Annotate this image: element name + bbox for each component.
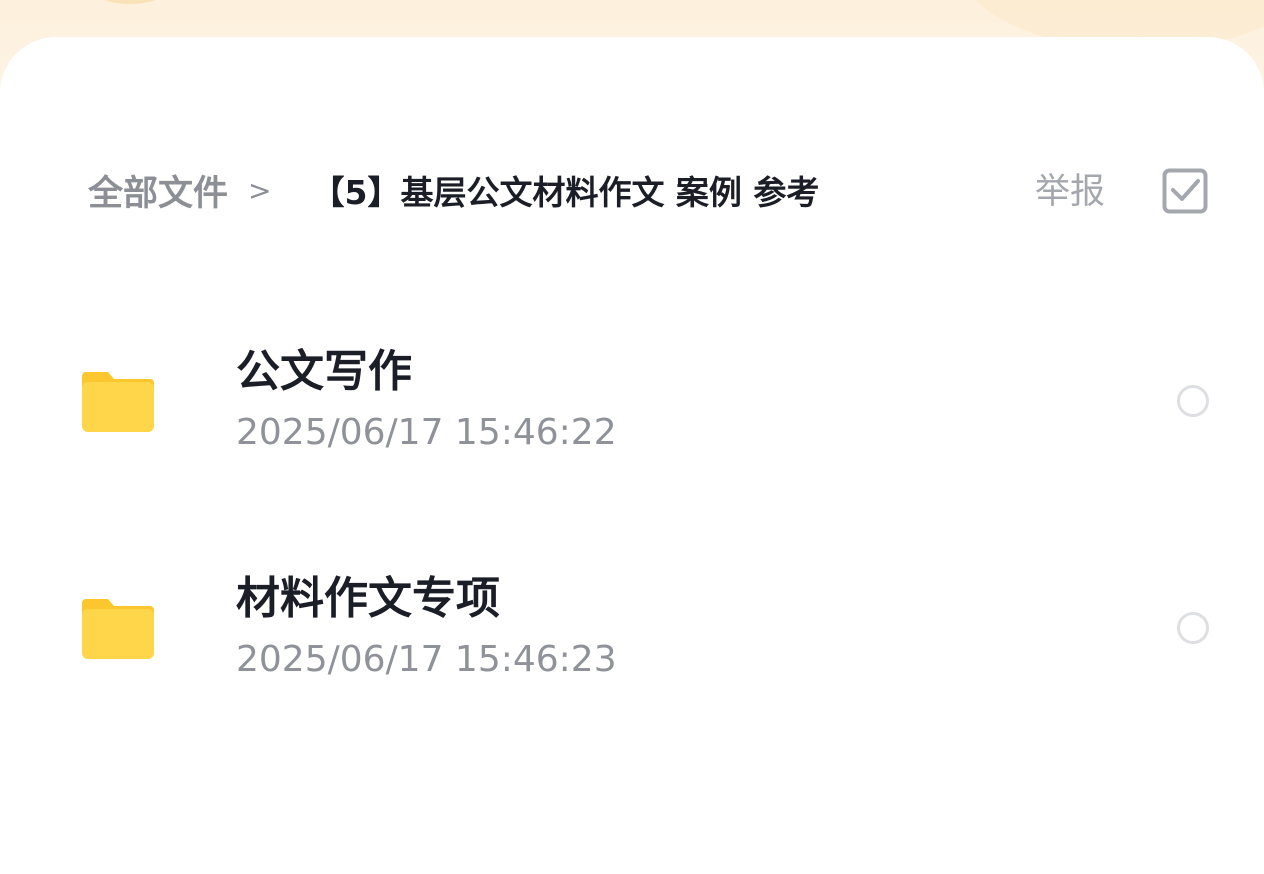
report-button[interactable]: 举报 <box>1035 168 1105 216</box>
breadcrumb-separator: > <box>248 173 272 207</box>
breadcrumb-root-link[interactable]: 全部文件 <box>88 165 228 216</box>
breadcrumb-current-folder: 【5】基层公文材料作文 案例 参考 <box>311 173 820 212</box>
file-row[interactable]: 材料作文专项 2025/06/17 15:46:23 <box>0 557 1264 697</box>
checkbox-icon[interactable] <box>1162 168 1208 214</box>
breadcrumb: 全部文件 > 【5】基层公文材料作文 案例 参考 <box>88 166 819 214</box>
decor-blob <box>90 0 170 4</box>
file-timestamp: 2025/06/17 15:46:23 <box>236 639 617 680</box>
file-row[interactable]: 公文写作 2025/06/17 15:46:22 <box>0 330 1264 470</box>
folder-icon <box>82 597 154 661</box>
select-radio[interactable] <box>1177 385 1209 417</box>
select-radio[interactable] <box>1177 612 1209 644</box>
file-name: 材料作文专项 <box>236 573 500 624</box>
folder-icon <box>82 370 154 434</box>
file-timestamp: 2025/06/17 15:46:22 <box>236 412 617 453</box>
file-name: 公文写作 <box>236 346 412 397</box>
